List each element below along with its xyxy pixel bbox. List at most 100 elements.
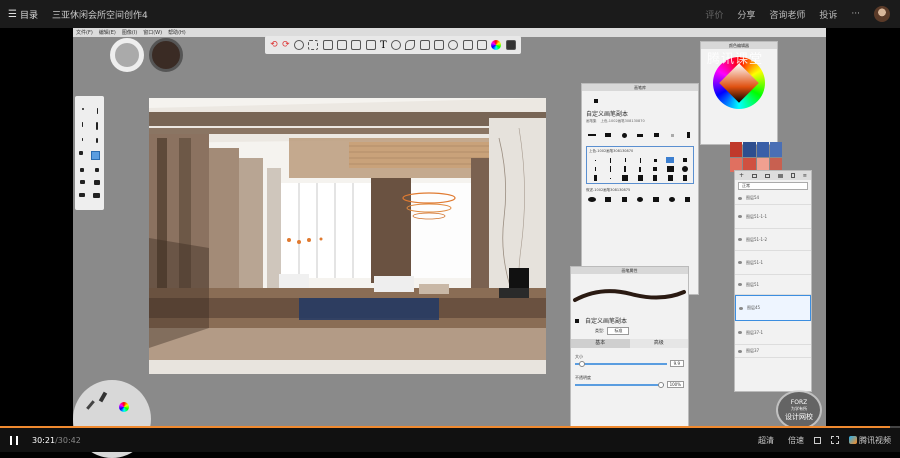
eye-icon[interactable] <box>738 215 742 218</box>
menu-image[interactable]: 图像(I) <box>122 29 137 36</box>
brush-preset[interactable] <box>682 132 694 138</box>
size-value[interactable]: 9.9 <box>669 360 684 367</box>
symmetry-icon[interactable] <box>419 40 430 50</box>
layer-row[interactable]: 图层54 <box>735 192 811 205</box>
brush-preset[interactable] <box>664 166 676 172</box>
brush-preset[interactable] <box>619 157 631 163</box>
layer-row[interactable]: 图层51-1 <box>735 251 811 275</box>
rate-button[interactable]: 评价 <box>705 8 723 21</box>
eye-icon[interactable] <box>738 261 742 264</box>
menu-edit[interactable]: 编辑(E) <box>99 29 116 36</box>
interior-rendering-canvas[interactable] <box>149 98 546 374</box>
brush-preset[interactable] <box>589 157 601 163</box>
eye-icon[interactable] <box>738 238 742 241</box>
brush-preset[interactable] <box>93 193 100 198</box>
brush-preset[interactable] <box>666 132 678 138</box>
brush-preset[interactable] <box>93 180 100 185</box>
brush-preset[interactable] <box>79 180 85 184</box>
brush-type-select[interactable]: 标准 <box>607 327 630 335</box>
brush-preset[interactable] <box>94 168 99 172</box>
opacity-slider-handle[interactable] <box>657 381 664 388</box>
swatch[interactable] <box>730 142 743 157</box>
video-stage[interactable]: 文件(F) 编辑(E) 图像(I) 窗口(W) 帮助(H) ⟲ ⟳ T 颜色编辑… <box>73 28 826 428</box>
quality-button[interactable]: 超清 <box>758 435 774 446</box>
brush-preset[interactable] <box>586 196 599 202</box>
size-slider-handle[interactable] <box>579 360 585 367</box>
eye-icon[interactable] <box>739 306 743 310</box>
lasso-icon[interactable] <box>462 40 473 50</box>
volume-icon[interactable] <box>814 436 821 444</box>
brush-preset[interactable] <box>649 166 661 172</box>
swatch[interactable] <box>769 142 782 157</box>
transform-icon[interactable] <box>336 40 347 50</box>
brush-preset[interactable] <box>619 166 631 172</box>
brush-preset[interactable] <box>619 175 631 181</box>
brush-preset[interactable] <box>81 122 83 127</box>
speed-button[interactable]: 倍速 <box>788 435 804 446</box>
layer-row[interactable]: 图层51 <box>735 275 811 295</box>
brush-preset[interactable] <box>602 132 614 138</box>
blend-mode-select[interactable]: 正常 <box>738 182 808 190</box>
complain-button[interactable]: 投诉 <box>819 8 837 21</box>
brush-preset[interactable] <box>80 168 85 172</box>
brush-preset[interactable] <box>649 196 662 202</box>
brush-preset[interactable] <box>664 175 676 181</box>
brush-preset[interactable] <box>681 196 694 202</box>
eye-icon[interactable] <box>738 349 742 353</box>
brush-preset[interactable] <box>634 196 647 202</box>
select-icon[interactable] <box>308 40 319 50</box>
brush-preset[interactable] <box>604 157 616 163</box>
ruler-icon[interactable] <box>365 40 376 50</box>
brush-size-puck[interactable] <box>110 38 144 72</box>
eye-icon[interactable] <box>738 283 742 286</box>
brush-preset[interactable] <box>634 166 646 172</box>
catalog-menu-button[interactable]: ☰ 目录 <box>8 8 38 21</box>
pause-icon[interactable] <box>10 435 18 445</box>
layer-row[interactable]: 图层37 <box>735 345 811 358</box>
brush-preset[interactable] <box>589 175 601 181</box>
french-curve-icon[interactable] <box>405 40 416 50</box>
swatch[interactable] <box>756 142 769 157</box>
color-puck[interactable] <box>149 38 183 72</box>
brush-preset[interactable] <box>649 175 661 181</box>
tab-advanced[interactable]: 高级 <box>629 339 688 348</box>
layer-row[interactable]: 图层51-1-1 <box>735 205 811 229</box>
eye-icon[interactable] <box>738 331 742 334</box>
delete-icon[interactable] <box>790 173 795 178</box>
brush-preset[interactable] <box>634 175 646 181</box>
layer-row-selected[interactable]: 图层45 <box>735 295 811 321</box>
brush-preset[interactable] <box>95 138 98 143</box>
opacity-slider[interactable] <box>575 381 664 388</box>
brush-preset[interactable] <box>604 166 616 172</box>
brush-preset[interactable] <box>618 132 630 138</box>
menu-help[interactable]: 帮助(H) <box>168 29 186 36</box>
brush-preset[interactable] <box>649 157 661 163</box>
brush-preset-selected[interactable] <box>664 157 676 163</box>
brush-preset[interactable] <box>81 108 84 110</box>
redo-icon[interactable]: ⟳ <box>282 40 290 50</box>
add-layer-icon[interactable]: + <box>739 172 744 179</box>
size-slider[interactable] <box>575 360 667 367</box>
crop-icon[interactable] <box>322 40 333 50</box>
brush-preset[interactable] <box>679 175 691 181</box>
folder-icon[interactable] <box>751 173 757 178</box>
opacity-value[interactable]: 100% <box>666 381 684 388</box>
brush-preset[interactable] <box>589 166 601 172</box>
menu-file[interactable]: 文件(F) <box>76 29 93 36</box>
brush-preset[interactable] <box>650 132 662 138</box>
brush-preset[interactable] <box>95 122 98 130</box>
layer-menu-icon[interactable]: ≡ <box>803 173 807 179</box>
perspective-icon[interactable] <box>351 40 362 50</box>
share-button[interactable]: 分享 <box>737 8 755 21</box>
fill-icon[interactable] <box>448 40 459 50</box>
layer-row[interactable]: 图层51-1-2 <box>735 229 811 251</box>
zoom-icon[interactable] <box>293 40 304 50</box>
brush-preset[interactable] <box>618 196 631 202</box>
layer-row[interactable]: 图层37-1 <box>735 321 811 345</box>
brush-icon[interactable] <box>98 391 108 403</box>
more-button[interactable]: ··· <box>851 9 860 19</box>
swatch[interactable] <box>743 142 756 157</box>
swatches-icon[interactable] <box>505 40 516 50</box>
brush-preset[interactable] <box>665 196 678 202</box>
pencil-icon[interactable] <box>86 400 95 410</box>
